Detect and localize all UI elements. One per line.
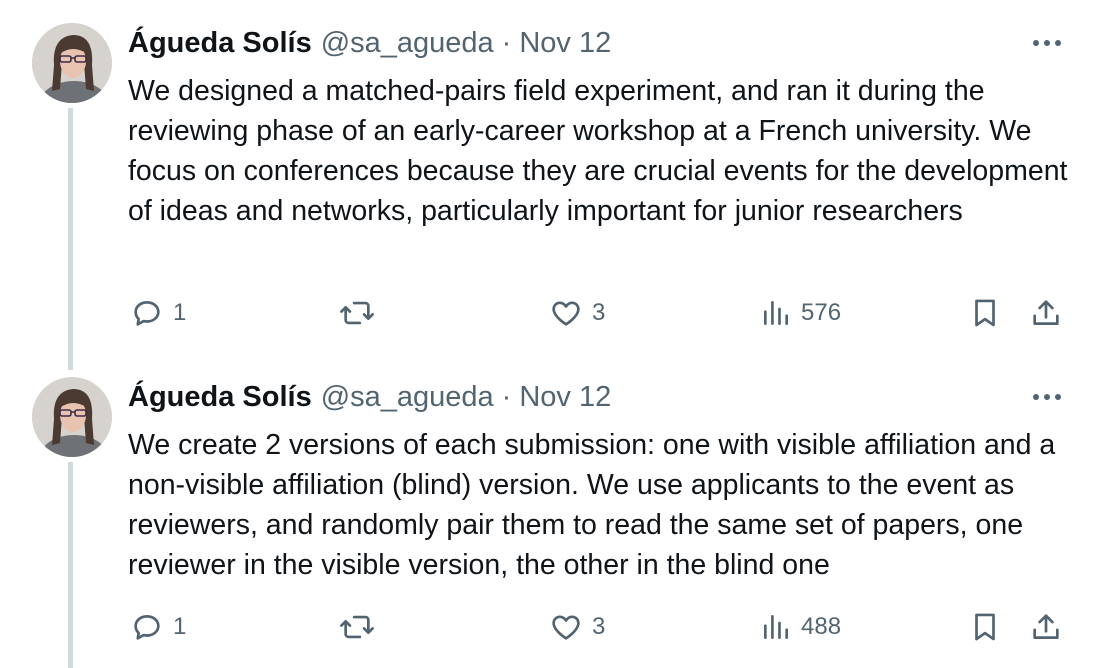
separator: ·: [501, 380, 512, 413]
bookmark-icon: [968, 296, 1002, 330]
share-icon: [1029, 296, 1063, 330]
views-button[interactable]: 576: [760, 293, 841, 333]
repost-button[interactable]: [338, 607, 385, 647]
like-button[interactable]: 3: [549, 607, 605, 647]
author-name[interactable]: Águeda Solís: [128, 381, 312, 414]
bookmark-icon: [968, 610, 1002, 644]
tweet-header: Águeda Solís @sa_agueda · Nov 12: [128, 23, 611, 63]
bookmark-button[interactable]: [968, 293, 1002, 333]
views-count: 488: [801, 613, 842, 640]
tweet[interactable]: Águeda Solís @sa_agueda · Nov 12 We crea…: [0, 377, 1098, 668]
author-handle[interactable]: @sa_agueda: [321, 381, 494, 414]
reply-button[interactable]: 1: [130, 607, 186, 647]
bookmark-button[interactable]: [968, 607, 1002, 647]
separator: ·: [501, 26, 512, 59]
more-icon[interactable]: [1030, 29, 1064, 57]
like-count: 3: [592, 299, 606, 326]
reply-count: 1: [173, 299, 187, 326]
author-name[interactable]: Águeda Solís: [128, 27, 312, 60]
repost-icon: [338, 296, 376, 330]
action-bar: 1 3 576: [0, 293, 1098, 333]
author-handle[interactable]: @sa_agueda: [321, 27, 494, 60]
tweet-date[interactable]: Nov 12: [519, 381, 611, 414]
avatar[interactable]: [32, 23, 112, 103]
tweet-header: Águeda Solís @sa_agueda · Nov 12: [128, 377, 611, 417]
reply-icon: [130, 610, 164, 644]
share-icon: [1029, 610, 1063, 644]
reply-button[interactable]: 1: [130, 293, 186, 333]
like-icon: [549, 610, 583, 644]
action-bar: 1 3 488: [0, 607, 1098, 647]
repost-icon: [338, 610, 376, 644]
views-icon: [760, 611, 792, 643]
views-count: 576: [801, 299, 842, 326]
tweet-date[interactable]: Nov 12: [519, 27, 611, 60]
tweet-text: We designed a matched-pairs field experi…: [128, 75, 1068, 227]
repost-button[interactable]: [338, 293, 385, 333]
views-button[interactable]: 488: [760, 607, 841, 647]
share-button[interactable]: [1029, 293, 1063, 333]
more-icon[interactable]: [1030, 383, 1064, 411]
avatar[interactable]: [32, 377, 112, 457]
like-button[interactable]: 3: [549, 293, 605, 333]
like-count: 3: [592, 613, 606, 640]
views-icon: [760, 297, 792, 329]
like-icon: [549, 296, 583, 330]
share-button[interactable]: [1029, 607, 1063, 647]
reply-count: 1: [173, 613, 187, 640]
tweet-text: We create 2 versions of each submission:…: [128, 429, 1056, 581]
reply-icon: [130, 296, 164, 330]
tweet[interactable]: Águeda Solís @sa_agueda · Nov 12 We desi…: [0, 23, 1098, 343]
